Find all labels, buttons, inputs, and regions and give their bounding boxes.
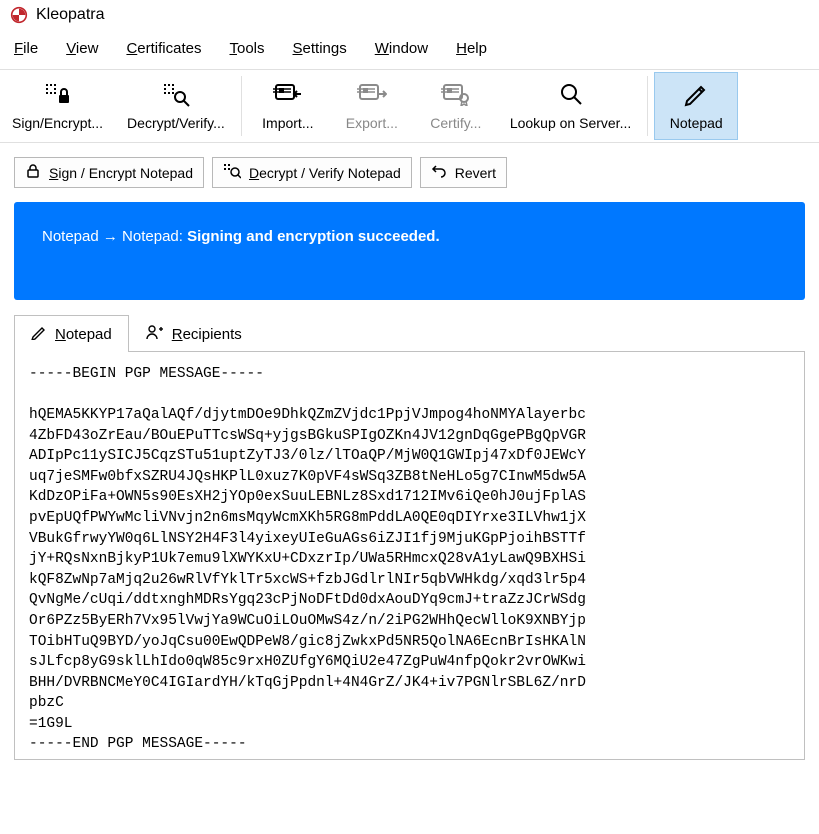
toolbar: Sign/Encrypt... Decrypt/Verify... — [0, 69, 819, 143]
export-icon — [357, 79, 387, 109]
menu-help[interactable]: Help — [456, 40, 487, 57]
pencil-icon — [31, 324, 47, 344]
revert-icon — [431, 163, 447, 182]
decrypt-verify-notepad-label: Decrypt / Verify Notepad — [249, 165, 401, 181]
sign-encrypt-notepad-label: Sign / Encrypt Notepad — [49, 165, 193, 181]
menu-tools[interactable]: Tools — [229, 40, 264, 57]
tab-notepad-label: Notepad — [55, 326, 112, 343]
lookup-icon — [558, 79, 584, 109]
import-button[interactable]: Import... — [246, 70, 330, 142]
tab-recipients[interactable]: Recipients — [129, 315, 259, 352]
recipients-icon — [146, 324, 164, 344]
action-row: Sign / Encrypt Notepad Decrypt / Verify … — [0, 143, 819, 202]
status-banner: Notepad → Notepad: Signing and encryptio… — [14, 202, 805, 300]
certify-icon — [441, 79, 471, 109]
lookup-on-server-button[interactable]: Lookup on Server... — [498, 70, 643, 142]
app-logo-icon — [10, 6, 28, 24]
toolbar-separator — [241, 76, 242, 136]
title-bar: Kleopatra — [0, 0, 819, 30]
menu-settings[interactable]: Settings — [293, 40, 347, 57]
unlock-search-icon — [223, 163, 241, 182]
menu-bar: File View Certificates Tools Settings Wi… — [0, 30, 819, 69]
lock-icon — [25, 163, 41, 182]
menu-file[interactable]: File — [14, 40, 38, 57]
banner-prefix: Notepad → Notepad: — [42, 228, 187, 245]
menu-window[interactable]: Window — [375, 40, 428, 57]
menu-certificates[interactable]: Certificates — [126, 40, 201, 57]
menu-view[interactable]: View — [66, 40, 98, 57]
revert-button[interactable]: Revert — [420, 157, 507, 188]
tab-notepad[interactable]: Notepad — [14, 315, 129, 352]
decrypt-verify-notepad-button[interactable]: Decrypt / Verify Notepad — [212, 157, 412, 188]
notepad-content[interactable]: -----BEGIN PGP MESSAGE----- hQEMA5KKYP17… — [14, 352, 805, 760]
sign-encrypt-icon — [43, 79, 73, 109]
revert-label: Revert — [455, 165, 496, 181]
decrypt-verify-icon — [161, 79, 191, 109]
sign-encrypt-button[interactable]: Sign/Encrypt... — [0, 70, 115, 142]
certify-button[interactable]: Certify... — [414, 70, 498, 142]
sign-encrypt-notepad-button[interactable]: Sign / Encrypt Notepad — [14, 157, 204, 188]
notepad-icon — [683, 79, 709, 109]
window-title: Kleopatra — [36, 6, 105, 24]
banner-message: Signing and encryption succeeded. — [187, 228, 440, 245]
notepad-button[interactable]: Notepad — [654, 72, 738, 140]
export-button[interactable]: Export... — [330, 70, 414, 142]
import-icon — [273, 79, 303, 109]
decrypt-verify-button[interactable]: Decrypt/Verify... — [115, 70, 237, 142]
tab-recipients-label: Recipients — [172, 326, 242, 343]
toolbar-separator — [647, 76, 648, 136]
tabs-row: Notepad Recipients — [14, 314, 805, 352]
